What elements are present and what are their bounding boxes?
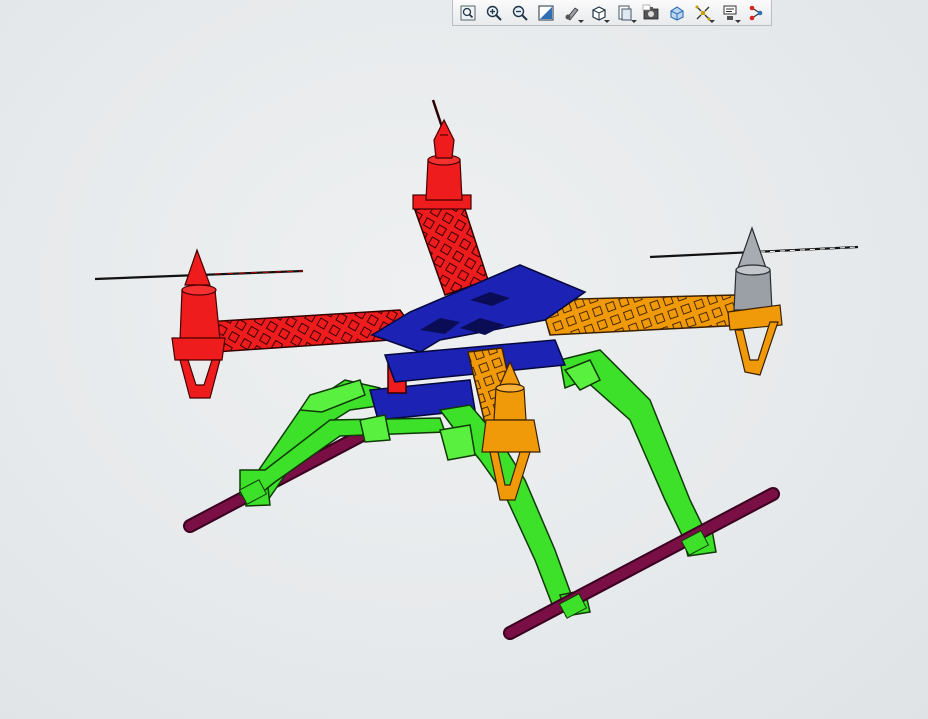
model-view-button[interactable] <box>666 2 688 24</box>
right-skid[interactable] <box>238 479 780 640</box>
dropdown-arrow-icon <box>735 19 742 23</box>
explode-button[interactable] <box>693 2 716 24</box>
dropdown-arrow-icon <box>709 19 716 23</box>
camera-icon <box>642 4 659 19</box>
view-orientation-button[interactable] <box>588 2 611 24</box>
back-arm[interactable] <box>414 199 489 296</box>
quadcopter-model[interactable] <box>0 0 928 719</box>
model-3d-icon <box>670 5 684 21</box>
zoom-in-icon <box>486 5 502 21</box>
center-frame[interactable] <box>369 264 587 421</box>
3d-viewport[interactable] <box>0 0 928 719</box>
zoom-fit-button[interactable] <box>457 2 479 24</box>
network-icon <box>749 5 762 20</box>
view-toolbar <box>452 0 772 26</box>
capture-button[interactable] <box>640 2 662 24</box>
zoom-area-icon <box>538 5 554 20</box>
zoom-out-icon <box>512 5 528 21</box>
back-motor[interactable] <box>412 99 472 210</box>
dropdown-arrow-icon <box>630 19 637 23</box>
annotations-button[interactable] <box>719 2 742 24</box>
section-view-button[interactable] <box>614 2 637 24</box>
zoom-area-button[interactable] <box>536 2 558 24</box>
zoom-fit-icon <box>460 5 476 20</box>
zoom-in-button[interactable] <box>483 2 505 24</box>
zoom-out-button[interactable] <box>509 2 531 24</box>
display-style-button[interactable] <box>562 2 585 24</box>
network-button[interactable] <box>745 2 767 24</box>
dropdown-arrow-icon <box>604 19 611 23</box>
dropdown-arrow-icon <box>578 19 585 23</box>
